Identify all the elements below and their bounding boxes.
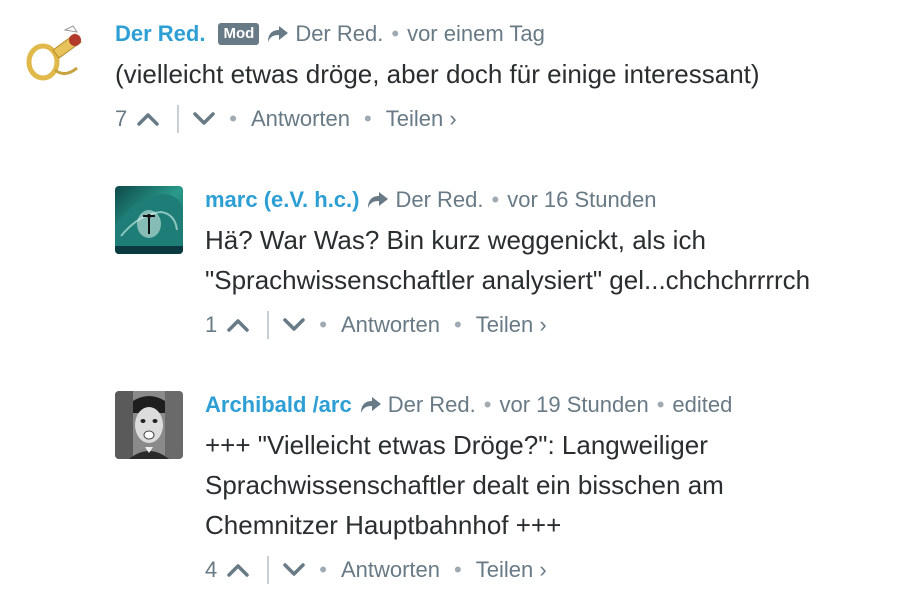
timestamp[interactable]: vor 19 Stunden [499, 392, 648, 418]
meta-separator: • [491, 187, 500, 212]
footer-separator: • [229, 106, 237, 131]
downvote-icon[interactable] [283, 318, 305, 332]
reply-arrow-icon [360, 396, 382, 414]
upvote-icon[interactable] [227, 318, 249, 332]
footer-separator: • [454, 312, 462, 337]
footer-separator: • [319, 557, 327, 582]
timestamp[interactable]: vor einem Tag [407, 21, 545, 47]
share-button[interactable]: Teilen › [386, 106, 457, 132]
reply-button[interactable]: Antworten [251, 106, 350, 132]
comment-header: Der Red. Mod Der Red. • vor einem Tag [115, 20, 760, 48]
comment-text: (vielleicht etwas dröge, aber doch für e… [115, 59, 760, 89]
author-name[interactable]: marc (e.V. h.c.) [205, 187, 359, 213]
footer-separator: • [364, 106, 372, 131]
footer-separator: • [319, 312, 327, 337]
vote-divider [177, 105, 180, 133]
share-button[interactable]: Teilen › [476, 557, 547, 583]
comment-header: Archibald /arc Der Red. • vor 19 Stunden… [205, 391, 805, 419]
comment-footer: 7 • Antworten • Teilen › [115, 104, 760, 134]
upvote-icon[interactable] [227, 563, 249, 577]
timestamp[interactable]: vor 16 Stunden [507, 187, 656, 213]
parent-author-link[interactable]: Der Red. [295, 21, 383, 47]
comment-3: Archibald /arc Der Red. • vor 19 Stunden… [115, 391, 805, 585]
comment-text: Hä? War Was? Bin kurz weggenickt, als ic… [205, 225, 811, 295]
comment-text: +++ "Vielleicht etwas Dröge?": Langweili… [205, 430, 724, 540]
wave-surfer-icon[interactable] [115, 186, 183, 254]
comment-body: marc (e.V. h.c.) Der Red. • vor 16 Stund… [205, 186, 875, 340]
downvote-icon[interactable] [193, 112, 215, 126]
comment-body: Der Red. Mod Der Red. • vor einem Tag (v… [115, 20, 760, 134]
post-horn-icon[interactable] [25, 20, 93, 88]
meta-separator: • [656, 392, 665, 417]
meta-separator: • [483, 392, 492, 417]
comment-body: Archibald /arc Der Red. • vor 19 Stunden… [205, 391, 805, 585]
share-button[interactable]: Teilen › [476, 312, 547, 338]
reply-arrow-icon [267, 25, 289, 43]
edited-label: edited [672, 392, 733, 417]
comment-1: Der Red. Mod Der Red. • vor einem Tag (v… [25, 20, 760, 134]
vote-count: 7 [115, 106, 128, 131]
moderator-badge: Mod [218, 23, 260, 45]
comment-footer: 4 • Antworten • Teilen › [205, 555, 805, 585]
author-name[interactable]: Der Red. [115, 21, 205, 47]
parent-author-link[interactable]: Der Red. [395, 187, 483, 213]
meta-separator: • [391, 21, 400, 46]
parent-author-link[interactable]: Der Red. [388, 392, 476, 418]
comment-header: marc (e.V. h.c.) Der Red. • vor 16 Stund… [205, 186, 875, 214]
comment-footer: 1 • Antworten • Teilen › [205, 310, 875, 340]
reply-button[interactable]: Antworten [341, 312, 440, 338]
upvote-icon[interactable] [137, 112, 159, 126]
reply-button[interactable]: Antworten [341, 557, 440, 583]
bw-portrait-icon[interactable] [115, 391, 183, 459]
reply-arrow-icon [367, 191, 389, 209]
author-name[interactable]: Archibald /arc [205, 392, 352, 418]
vote-count: 1 [205, 312, 218, 337]
vote-count: 4 [205, 557, 218, 582]
vote-divider [267, 556, 270, 584]
footer-separator: • [454, 557, 462, 582]
downvote-icon[interactable] [283, 563, 305, 577]
vote-divider [267, 311, 270, 339]
comment-2: marc (e.V. h.c.) Der Red. • vor 16 Stund… [115, 186, 875, 340]
